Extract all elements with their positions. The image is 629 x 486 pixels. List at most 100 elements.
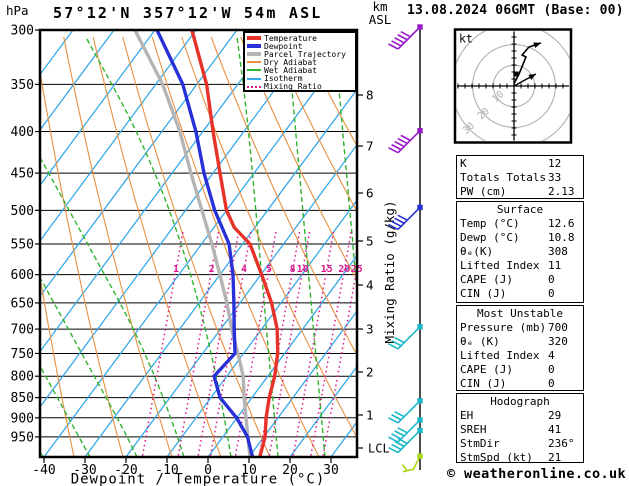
table-row: Lifted Index 11	[460, 259, 583, 273]
svg-text:450: 450	[11, 167, 34, 182]
svg-text:700: 700	[11, 323, 34, 338]
row-value: 29	[548, 409, 562, 422]
row-label: SREH	[460, 423, 487, 436]
legend-box: Temperature Dewpoint Parcel Trajectory Dry …	[243, 31, 357, 92]
table-row: Temp (°C) 12.6	[460, 217, 583, 231]
row-value: 0	[548, 377, 555, 390]
svg-text:1: 1	[366, 408, 374, 423]
table-section-title: Most Unstable	[476, 307, 564, 320]
svg-text:1: 1	[173, 264, 179, 275]
row-value: 320	[548, 335, 568, 348]
row-value: 33	[548, 171, 562, 184]
dewpoint-curve	[155, 30, 255, 457]
table-row: θₑ (K) 320	[460, 335, 583, 349]
table-row: Pressure (mb) 700	[460, 321, 583, 335]
table-row: Lifted Index 4	[460, 349, 583, 363]
row-label: EH	[460, 409, 474, 422]
row-value: 0	[548, 287, 555, 300]
row-value: 0	[548, 273, 555, 286]
stats-table-surface: Surface Temp (°C) 12.6 Dewp (°C) 10.8 θₑ(K) 30…	[456, 201, 584, 303]
row-label: θₑ(K)	[460, 245, 494, 258]
stats-table-indices: K 12 Totals Totals 33 PW (cm) 2.13	[456, 155, 584, 199]
svg-text:10: 10	[490, 89, 506, 105]
hodograph-marker	[513, 71, 519, 77]
table-row: PW (cm) 2.13	[460, 185, 583, 199]
row-value: 308	[548, 245, 568, 258]
row-value: 0	[548, 363, 555, 376]
legend-line-sample	[247, 44, 261, 49]
svg-text:3: 3	[366, 322, 374, 337]
svg-text:900: 900	[11, 411, 34, 426]
altitude-unit-asl: ASL	[368, 12, 392, 27]
svg-text:500: 500	[11, 204, 34, 219]
altitude-axis-unit: km ASL	[364, 0, 396, 26]
row-label: K	[460, 157, 467, 170]
legend-line-sample	[247, 36, 261, 41]
svg-text:550: 550	[11, 237, 34, 252]
svg-text:5: 5	[366, 234, 374, 249]
svg-text:300: 300	[11, 24, 34, 39]
table-row: Dewp (°C) 10.8	[460, 231, 583, 245]
wind-barb	[388, 128, 423, 154]
legend-line-sample	[247, 85, 261, 88]
legend-line-sample	[247, 77, 261, 80]
svg-text:5: 5	[266, 264, 272, 275]
wind-barb	[388, 24, 423, 50]
table-section-title: Surface	[496, 203, 544, 216]
table-row: StmDir 236°	[460, 437, 583, 451]
mixing-ratio-value-labels: 1 2 3 4 5 8 10 15 20 25	[173, 264, 363, 275]
legend-item: Mixing Ratio	[245, 82, 355, 91]
row-value: 4	[548, 349, 555, 362]
row-label: Totals Totals	[460, 171, 547, 184]
row-label: Pressure (mb)	[460, 321, 547, 334]
row-label: CAPE (J)	[460, 363, 513, 376]
row-value: 21	[548, 451, 562, 464]
table-row: θₑ(K) 308	[460, 245, 583, 259]
pressure-axis-unit: hPa	[6, 3, 29, 18]
svg-text:LCL: LCL	[368, 442, 390, 456]
svg-text:2: 2	[209, 264, 215, 275]
table-row: CIN (J) 0	[460, 287, 583, 301]
datetime-label: 13.08.2024 06GMT (Base: 00)	[407, 3, 624, 18]
row-label: StmSpd (kt)	[460, 451, 533, 464]
row-value: 12	[548, 157, 562, 170]
row-label: CIN (J)	[460, 287, 507, 300]
svg-text:4: 4	[366, 278, 374, 293]
legend-line-sample	[247, 61, 261, 64]
table-row: K 12	[460, 157, 583, 171]
svg-text:8: 8	[290, 264, 296, 275]
svg-text:15: 15	[321, 264, 333, 275]
svg-text:4: 4	[241, 264, 247, 275]
row-label: PW (cm)	[460, 185, 507, 198]
svg-text:-40: -40	[32, 463, 55, 478]
svg-text:6: 6	[366, 186, 374, 201]
copyright-label: © weatheronline.co.uk	[447, 466, 627, 482]
row-value: 12.6	[548, 217, 575, 230]
svg-text:800: 800	[11, 370, 34, 385]
svg-text:950: 950	[11, 430, 34, 445]
row-value: 236°	[548, 437, 575, 450]
row-label: CAPE (J)	[460, 273, 513, 286]
row-label: StmDir	[460, 437, 500, 450]
svg-text:850: 850	[11, 391, 34, 406]
row-label: CIN (J)	[460, 377, 507, 390]
row-value: 41	[548, 423, 562, 436]
stats-table-hodograph: Hodograph EH 29 SREH 41 StmDir 236° StmSpd (kt)…	[456, 393, 584, 465]
svg-text:Mixing Ratio (g/kg): Mixing Ratio (g/kg)	[382, 201, 397, 344]
mixing-ratio-axis-title: Mixing Ratio (g/kg)	[382, 201, 397, 344]
svg-text:7: 7	[366, 139, 374, 154]
hodograph-unit-label: kt	[459, 32, 473, 46]
table-row: CAPE (J) 0	[460, 273, 583, 287]
table-row: StmSpd (kt) 21	[460, 451, 583, 465]
row-value: 2.13	[548, 185, 575, 198]
pressure-tick-labels: 300 350 400 450 500 550 600 650 700 750 800 850 900 9…	[11, 24, 40, 445]
row-label: θₑ (K)	[460, 335, 500, 348]
indices-tables: K 12 Totals Totals 33 PW (cm) 2.13 Surface Temp…	[456, 155, 584, 465]
sounding-page: 1 2 3 4 5 8 10 15 20 25 300 350 400 450 500 550 600 650 70…	[0, 0, 629, 486]
svg-text:30: 30	[323, 463, 339, 478]
svg-text:750: 750	[11, 347, 34, 362]
svg-text:600: 600	[11, 268, 34, 283]
table-row: Totals Totals 33	[460, 171, 583, 185]
hodograph-trace	[513, 42, 542, 85]
svg-text:Dewpoint / Temperature (°C): Dewpoint / Temperature (°C)	[71, 472, 326, 486]
